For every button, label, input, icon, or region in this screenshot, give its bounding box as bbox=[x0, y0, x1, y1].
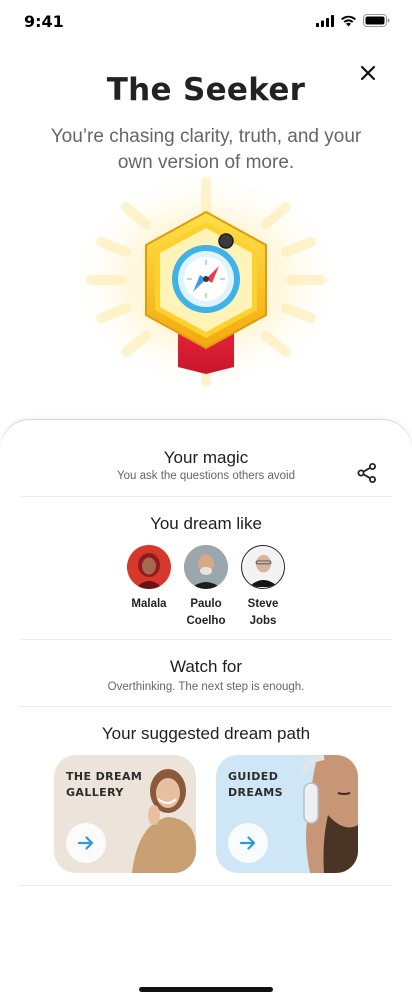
avatar bbox=[241, 545, 285, 589]
person-steve-jobs[interactable]: Steve Jobs bbox=[233, 545, 293, 630]
share-icon bbox=[357, 463, 376, 483]
magic-description: You ask the questions others avoid bbox=[117, 470, 295, 482]
seeker-badge bbox=[56, 162, 356, 402]
compass-icon bbox=[66, 168, 346, 392]
arrow-right-icon bbox=[77, 836, 94, 850]
battery-icon bbox=[363, 14, 390, 27]
result-sheet bbox=[0, 420, 412, 1002]
divider bbox=[20, 639, 392, 640]
person-name: Paulo Coelho bbox=[186, 598, 226, 627]
status-time: 9:41 bbox=[24, 12, 64, 31]
cellular-signal-icon bbox=[316, 14, 334, 27]
watch-for-title: Watch for bbox=[169, 657, 243, 676]
divider bbox=[20, 885, 392, 886]
person-paulo-coelho[interactable]: Paulo Coelho bbox=[176, 545, 236, 630]
card-label: THE DREAM GALLERY bbox=[66, 770, 143, 799]
person-name: Malala bbox=[131, 598, 167, 610]
divider bbox=[20, 706, 392, 707]
card-dream-gallery[interactable]: THE DREAM GALLERY bbox=[54, 755, 196, 873]
status-bar: 9:41 bbox=[0, 0, 412, 44]
person-malala[interactable]: Malala bbox=[119, 545, 179, 613]
dream-path-title: Your suggested dream path bbox=[101, 724, 311, 743]
wifi-icon bbox=[341, 15, 356, 26]
card-label: GUIDED DREAMS bbox=[228, 770, 283, 799]
status-icons bbox=[316, 14, 390, 27]
arrow-right-icon bbox=[239, 836, 256, 850]
share-button[interactable] bbox=[354, 460, 380, 486]
avatar bbox=[184, 545, 228, 589]
page-title: The Seeker bbox=[106, 72, 306, 108]
home-indicator bbox=[139, 987, 273, 992]
card-arrow bbox=[66, 823, 106, 863]
card-guided-dreams[interactable]: GUIDED DREAMS bbox=[216, 755, 358, 873]
card-arrow bbox=[228, 823, 268, 863]
person-name: Steve Jobs bbox=[247, 598, 279, 627]
divider bbox=[20, 496, 392, 497]
dream-like-title: You dream like bbox=[150, 514, 262, 533]
watch-for-description: Overthinking. The next step is enough. bbox=[107, 681, 305, 693]
avatar bbox=[127, 545, 171, 589]
magic-title: Your magic bbox=[163, 448, 249, 467]
